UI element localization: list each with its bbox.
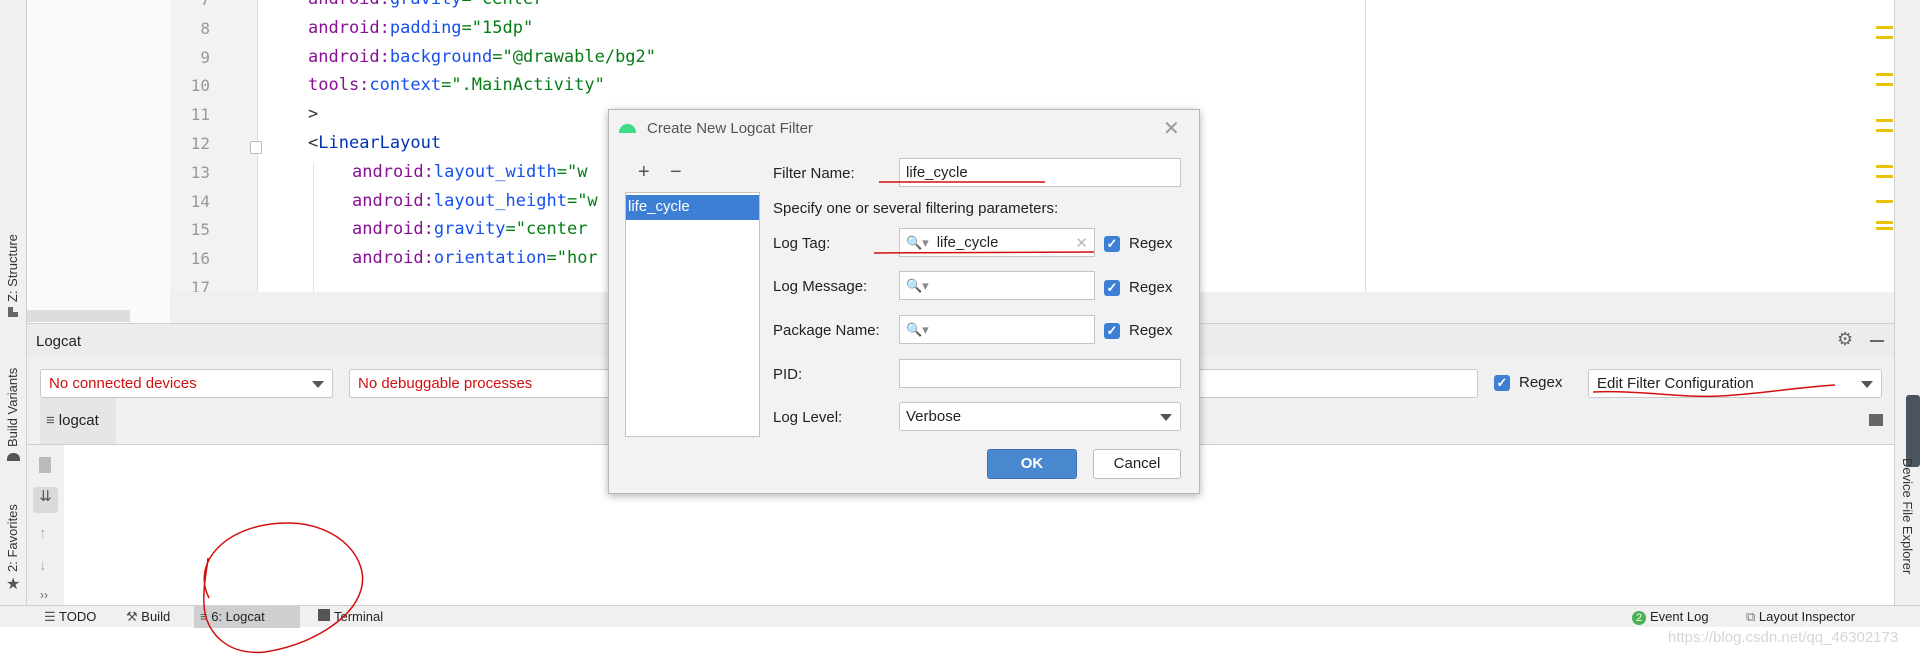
- annotation-underline-filter-config: [1592, 384, 1836, 398]
- red-annotations: [203, 181, 1836, 654]
- annotation-circle-logcat: [203, 522, 364, 654]
- annotation-underline-log-tag: [873, 251, 1095, 254]
